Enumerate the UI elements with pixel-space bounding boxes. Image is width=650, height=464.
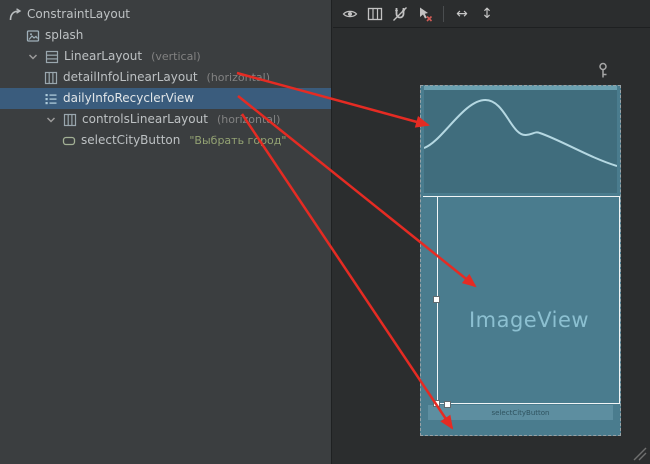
tree-item-meta: (horizontal) bbox=[217, 113, 280, 126]
toolbar-separator bbox=[443, 6, 444, 22]
button-icon bbox=[62, 134, 76, 148]
magnet-off-icon bbox=[392, 6, 408, 22]
tree-item-label: LinearLayout bbox=[64, 46, 142, 67]
tree-item-label: ConstraintLayout bbox=[27, 4, 130, 25]
constraint-icon bbox=[8, 8, 22, 22]
resize-handle[interactable] bbox=[631, 445, 647, 461]
select-city-button-preview[interactable]: selectCityButton bbox=[428, 405, 613, 420]
linear-vertical-icon bbox=[45, 50, 59, 64]
detail-info-section-preview[interactable] bbox=[424, 90, 617, 193]
linear-horizontal-icon bbox=[63, 113, 77, 127]
chevron-down-icon[interactable] bbox=[44, 113, 58, 127]
expand-horizontal-button[interactable]: ↔ bbox=[451, 3, 473, 25]
tree-item-label: detailInfoLinearLayout bbox=[63, 67, 198, 88]
tree-item-LinearLayout[interactable]: LinearLayout (vertical) bbox=[0, 46, 331, 67]
wrench-icon[interactable] bbox=[596, 62, 610, 79]
layout-variants-button[interactable] bbox=[364, 3, 386, 25]
device-preview[interactable]: ImageView selectCityButton bbox=[420, 85, 621, 436]
tree-item-label: splash bbox=[45, 25, 83, 46]
tree-item-selectCityButton[interactable]: selectCityButton "Выбрать город" bbox=[0, 130, 331, 151]
design-canvas[interactable]: ImageView selectCityButton bbox=[333, 28, 650, 464]
tree-item-label: dailyInfoRecyclerView bbox=[63, 88, 194, 109]
selection-handle-bottom-left[interactable] bbox=[433, 400, 440, 407]
selection-bounds bbox=[437, 196, 620, 404]
tree-item-controlsLinearLayout[interactable]: controlsLinearLayout (horizontal) bbox=[0, 109, 331, 130]
curve-graphic bbox=[424, 90, 617, 193]
component-tree-panel: ConstraintLayoutsplashLinearLayout (verti… bbox=[0, 0, 332, 464]
selection-edge-extension bbox=[423, 196, 437, 197]
tree-item-meta: "Выбрать город" bbox=[189, 134, 286, 147]
design-surface-panel: ↔ ↕ ImageView selectCityButton bbox=[333, 0, 650, 464]
expand-vertical-button[interactable]: ↕ bbox=[476, 3, 498, 25]
tree-item-detailInfoLinearLayout[interactable]: detailInfoLinearLayout (horizontal) bbox=[0, 67, 331, 88]
chevron-down-icon[interactable] bbox=[26, 50, 40, 64]
grid-columns-icon bbox=[367, 6, 383, 22]
recycler-icon bbox=[44, 92, 58, 106]
design-toolbar: ↔ ↕ bbox=[333, 0, 650, 28]
selection-handle-left[interactable] bbox=[433, 296, 440, 303]
linear-horizontal-icon bbox=[44, 71, 58, 85]
selection-handle-bottom[interactable] bbox=[444, 401, 451, 408]
image-icon bbox=[26, 29, 40, 43]
tree-item-label: selectCityButton bbox=[81, 130, 180, 151]
tree-item-meta: (vertical) bbox=[151, 50, 201, 63]
tree-item-dailyInfoRecyclerView[interactable]: dailyInfoRecyclerView bbox=[0, 88, 331, 109]
clear-constraints-button[interactable] bbox=[414, 3, 436, 25]
tree-item-ConstraintLayout[interactable]: ConstraintLayout bbox=[0, 4, 331, 25]
imageview-placeholder[interactable]: ImageView bbox=[437, 308, 621, 332]
autoconnect-button[interactable] bbox=[389, 3, 411, 25]
tree-item-label: controlsLinearLayout bbox=[82, 109, 208, 130]
clear-constraints-icon bbox=[417, 6, 433, 22]
tree-item-splash[interactable]: splash bbox=[0, 25, 331, 46]
tree-item-meta: (horizontal) bbox=[207, 71, 270, 84]
view-options-button[interactable] bbox=[339, 3, 361, 25]
layout-editor-window: ConstraintLayoutsplashLinearLayout (verti… bbox=[0, 0, 650, 464]
select-city-button-preview-label: selectCityButton bbox=[492, 409, 550, 417]
component-tree: ConstraintLayoutsplashLinearLayout (verti… bbox=[0, 4, 331, 151]
eye-icon bbox=[342, 6, 358, 22]
